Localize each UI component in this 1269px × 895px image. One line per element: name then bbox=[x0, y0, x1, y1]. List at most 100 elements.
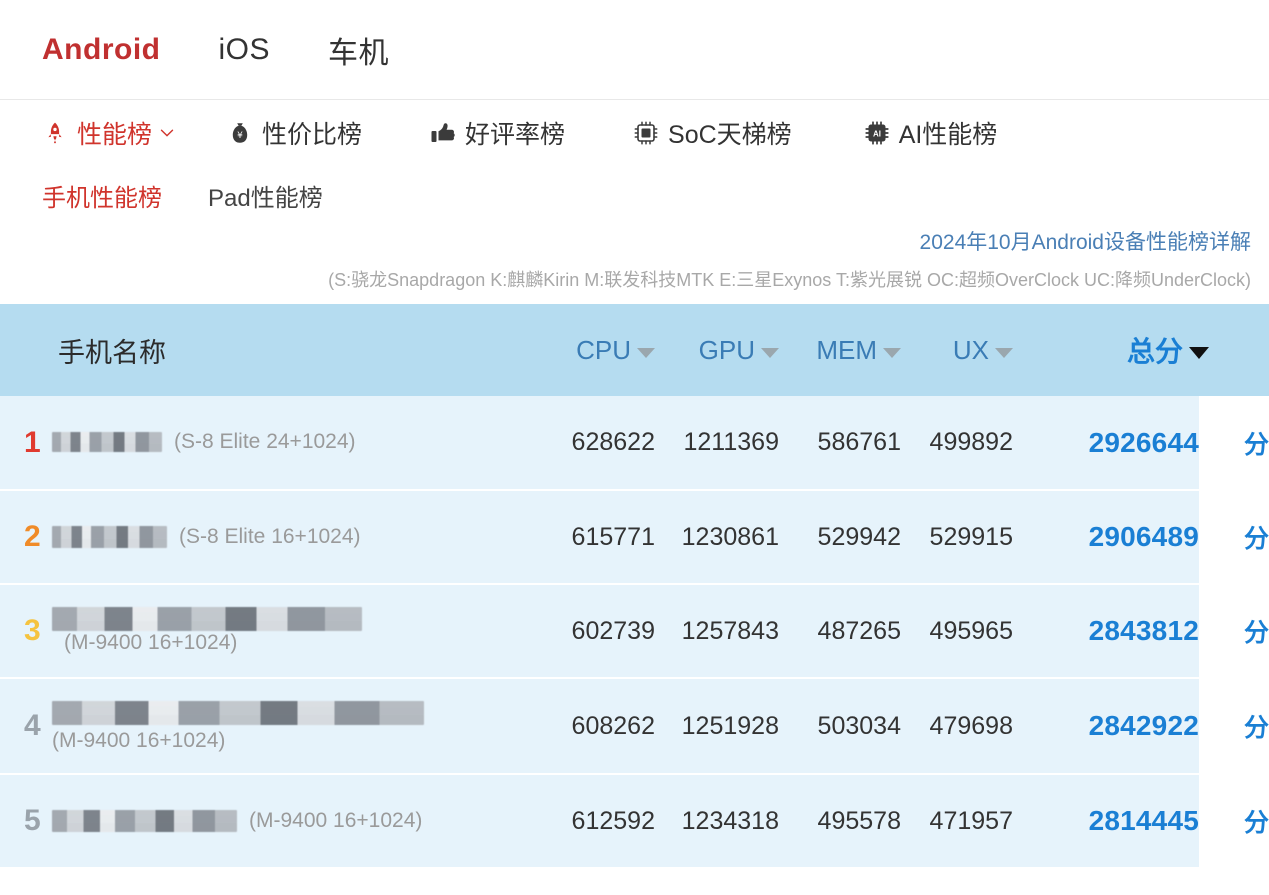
category-nav-bar: 性能榜 ¥ 性价比榜 好评率榜 SoC天梯榜 AI AI性能榜 bbox=[0, 100, 1269, 166]
device-name-cell[interactable]: (M-9400 16+1024) bbox=[52, 584, 529, 678]
ranking-table: 手机名称 CPU GPU MEM UX 总分 1 (S-8 Elite 24+1… bbox=[0, 304, 1269, 869]
score-unit: 分 bbox=[1243, 809, 1269, 837]
category-tab-value-label: 性价比榜 bbox=[262, 121, 363, 149]
ranking-detail-link[interactable]: 2024年10月Android设备性能榜详解 bbox=[920, 231, 1251, 254]
platform-tab-ios[interactable]: iOS bbox=[218, 33, 270, 67]
gpu-score: 1234318 bbox=[681, 806, 779, 835]
ux-score: 471957 bbox=[929, 806, 1013, 835]
sub-tab-pad[interactable]: Pad性能榜 bbox=[208, 178, 323, 213]
chip-icon bbox=[633, 120, 659, 146]
detail-link-row: 2024年10月Android设备性能榜详解 bbox=[0, 224, 1269, 256]
table-row[interactable]: 3 (M-9400 16+1024) 602739 1257843 487265… bbox=[0, 584, 1269, 678]
redacted-device-name bbox=[52, 432, 162, 453]
redacted-device-name bbox=[52, 525, 167, 548]
svg-text:¥: ¥ bbox=[237, 131, 243, 141]
abbreviation-legend: (S:骁龙Snapdragon K:麒麟Kirin M:联发科技MTK E:三星… bbox=[328, 270, 1251, 290]
cpu-score: 615771 bbox=[571, 522, 655, 551]
score-unit: 分 bbox=[1243, 525, 1269, 553]
sort-descending-icon[interactable] bbox=[760, 347, 779, 358]
total-score-cell: 2843812 bbox=[1013, 584, 1199, 678]
column-header-mem[interactable]: MEM bbox=[779, 304, 901, 396]
legend-row: (S:骁龙Snapdragon K:麒麟Kirin M:联发科技MTK E:三星… bbox=[0, 256, 1269, 304]
ux-score: 495965 bbox=[929, 616, 1013, 645]
column-header-ux[interactable]: UX bbox=[901, 304, 1013, 396]
table-row[interactable]: 4 (M-9400 16+1024) 608262 1251928 503034… bbox=[0, 678, 1269, 774]
category-tab-performance-label: 性能榜 bbox=[77, 121, 153, 149]
column-header-total-label: 总分 bbox=[1126, 336, 1183, 367]
category-tab-rating[interactable]: 好评率榜 bbox=[430, 115, 565, 151]
mem-score: 586761 bbox=[817, 428, 901, 456]
score-unit: 分 bbox=[1243, 619, 1269, 647]
category-tab-ai-label: AI性能榜 bbox=[898, 121, 998, 149]
column-header-cpu[interactable]: CPU bbox=[529, 304, 655, 396]
mem-score: 503034 bbox=[817, 711, 901, 740]
total-unit-cell: 分 bbox=[1198, 490, 1269, 584]
table-body: 1 (S-8 Elite 24+1024) 628622 1211369 586… bbox=[0, 396, 1269, 868]
sort-descending-icon[interactable] bbox=[882, 347, 901, 358]
thumbs-up-icon bbox=[430, 120, 456, 146]
device-name-cell[interactable]: (S-8 Elite 16+1024) bbox=[52, 490, 529, 584]
column-header-name: 手机名称 bbox=[58, 337, 166, 368]
platform-tab-android[interactable]: Android bbox=[42, 33, 160, 67]
cpu-score: 612592 bbox=[571, 806, 655, 835]
mem-score: 529942 bbox=[817, 522, 901, 551]
category-tab-soc[interactable]: SoC天梯榜 bbox=[633, 115, 792, 151]
platform-tab-bar: Android iOS 车机 bbox=[0, 0, 1269, 100]
rocket-icon bbox=[42, 120, 68, 146]
table-row[interactable]: 2 (S-8 Elite 16+1024) 615771 1230861 529… bbox=[0, 490, 1269, 584]
category-tab-performance[interactable]: 性能榜 bbox=[42, 115, 175, 151]
score-unit: 分 bbox=[1243, 430, 1269, 459]
table-row[interactable]: 1 (S-8 Elite 24+1024) 628622 1211369 586… bbox=[0, 396, 1269, 490]
total-unit-cell: 分 bbox=[1198, 396, 1269, 490]
total-score: 2814445 bbox=[1088, 805, 1199, 836]
gpu-score: 1211369 bbox=[683, 428, 779, 456]
device-name-cell[interactable]: (M-9400 16+1024) bbox=[52, 678, 529, 774]
column-header-gpu[interactable]: GPU bbox=[655, 304, 779, 396]
score-unit: 分 bbox=[1243, 714, 1269, 742]
device-spec: (S-8 Elite 16+1024) bbox=[179, 524, 361, 548]
sub-tab-phone[interactable]: 手机性能榜 bbox=[42, 178, 162, 213]
gpu-score: 1230861 bbox=[681, 522, 779, 551]
category-tab-ai[interactable]: AI AI性能榜 bbox=[864, 115, 998, 151]
redacted-device-name bbox=[52, 809, 237, 832]
total-score-cell: 2906489 bbox=[1013, 490, 1199, 584]
platform-tab-car[interactable]: 车机 bbox=[328, 28, 389, 72]
device-spec: (M-9400 16+1024) bbox=[52, 729, 226, 753]
gpu-score: 1257843 bbox=[681, 616, 779, 645]
total-score-cell: 2842922 bbox=[1013, 678, 1199, 774]
device-spec: (M-9400 16+1024) bbox=[249, 808, 423, 832]
sub-tab-bar: 手机性能榜 Pad性能榜 bbox=[0, 166, 1269, 224]
gpu-score: 1251928 bbox=[681, 711, 779, 740]
chevron-down-icon[interactable] bbox=[159, 125, 175, 141]
total-score-cell: 2926644 bbox=[1013, 396, 1199, 490]
redacted-device-name bbox=[52, 606, 362, 631]
device-name-cell[interactable]: (S-8 Elite 24+1024) bbox=[52, 396, 529, 490]
device-spec: (M-9400 16+1024) bbox=[64, 630, 238, 654]
mem-score: 487265 bbox=[817, 616, 901, 645]
total-unit-cell: 分 bbox=[1198, 678, 1269, 774]
total-unit-cell: 分 bbox=[1198, 584, 1269, 678]
ai-chip-icon: AI bbox=[864, 120, 890, 146]
category-tab-rating-label: 好评率榜 bbox=[465, 121, 566, 149]
money-bag-icon: ¥ bbox=[227, 120, 253, 146]
redacted-device-name bbox=[52, 701, 424, 726]
device-name-cell[interactable]: (M-9400 16+1024) bbox=[52, 774, 529, 868]
column-header-mem-label: MEM bbox=[816, 334, 877, 365]
total-unit-cell: 分 bbox=[1198, 774, 1269, 868]
table-row[interactable]: 5 (M-9400 16+1024) 612592 1234318 495578… bbox=[0, 774, 1269, 868]
column-header-total[interactable]: 总分 bbox=[1013, 304, 1269, 396]
table-header: 手机名称 CPU GPU MEM UX 总分 bbox=[0, 304, 1269, 396]
device-spec: (S-8 Elite 24+1024) bbox=[174, 430, 356, 454]
cpu-score: 628622 bbox=[571, 428, 655, 456]
rank-number: 1 bbox=[24, 425, 41, 459]
category-tab-value[interactable]: ¥ 性价比榜 bbox=[227, 115, 362, 151]
cpu-score: 608262 bbox=[571, 711, 655, 740]
total-score-cell: 2814445 bbox=[1013, 774, 1199, 868]
sort-descending-icon[interactable] bbox=[994, 347, 1013, 358]
sort-descending-icon[interactable] bbox=[636, 347, 655, 358]
sort-descending-active-icon[interactable] bbox=[1189, 346, 1209, 359]
ux-score: 479698 bbox=[929, 711, 1013, 740]
total-score: 2842922 bbox=[1088, 710, 1199, 741]
svg-text:AI: AI bbox=[873, 129, 881, 138]
rank-number: 3 bbox=[24, 614, 41, 647]
